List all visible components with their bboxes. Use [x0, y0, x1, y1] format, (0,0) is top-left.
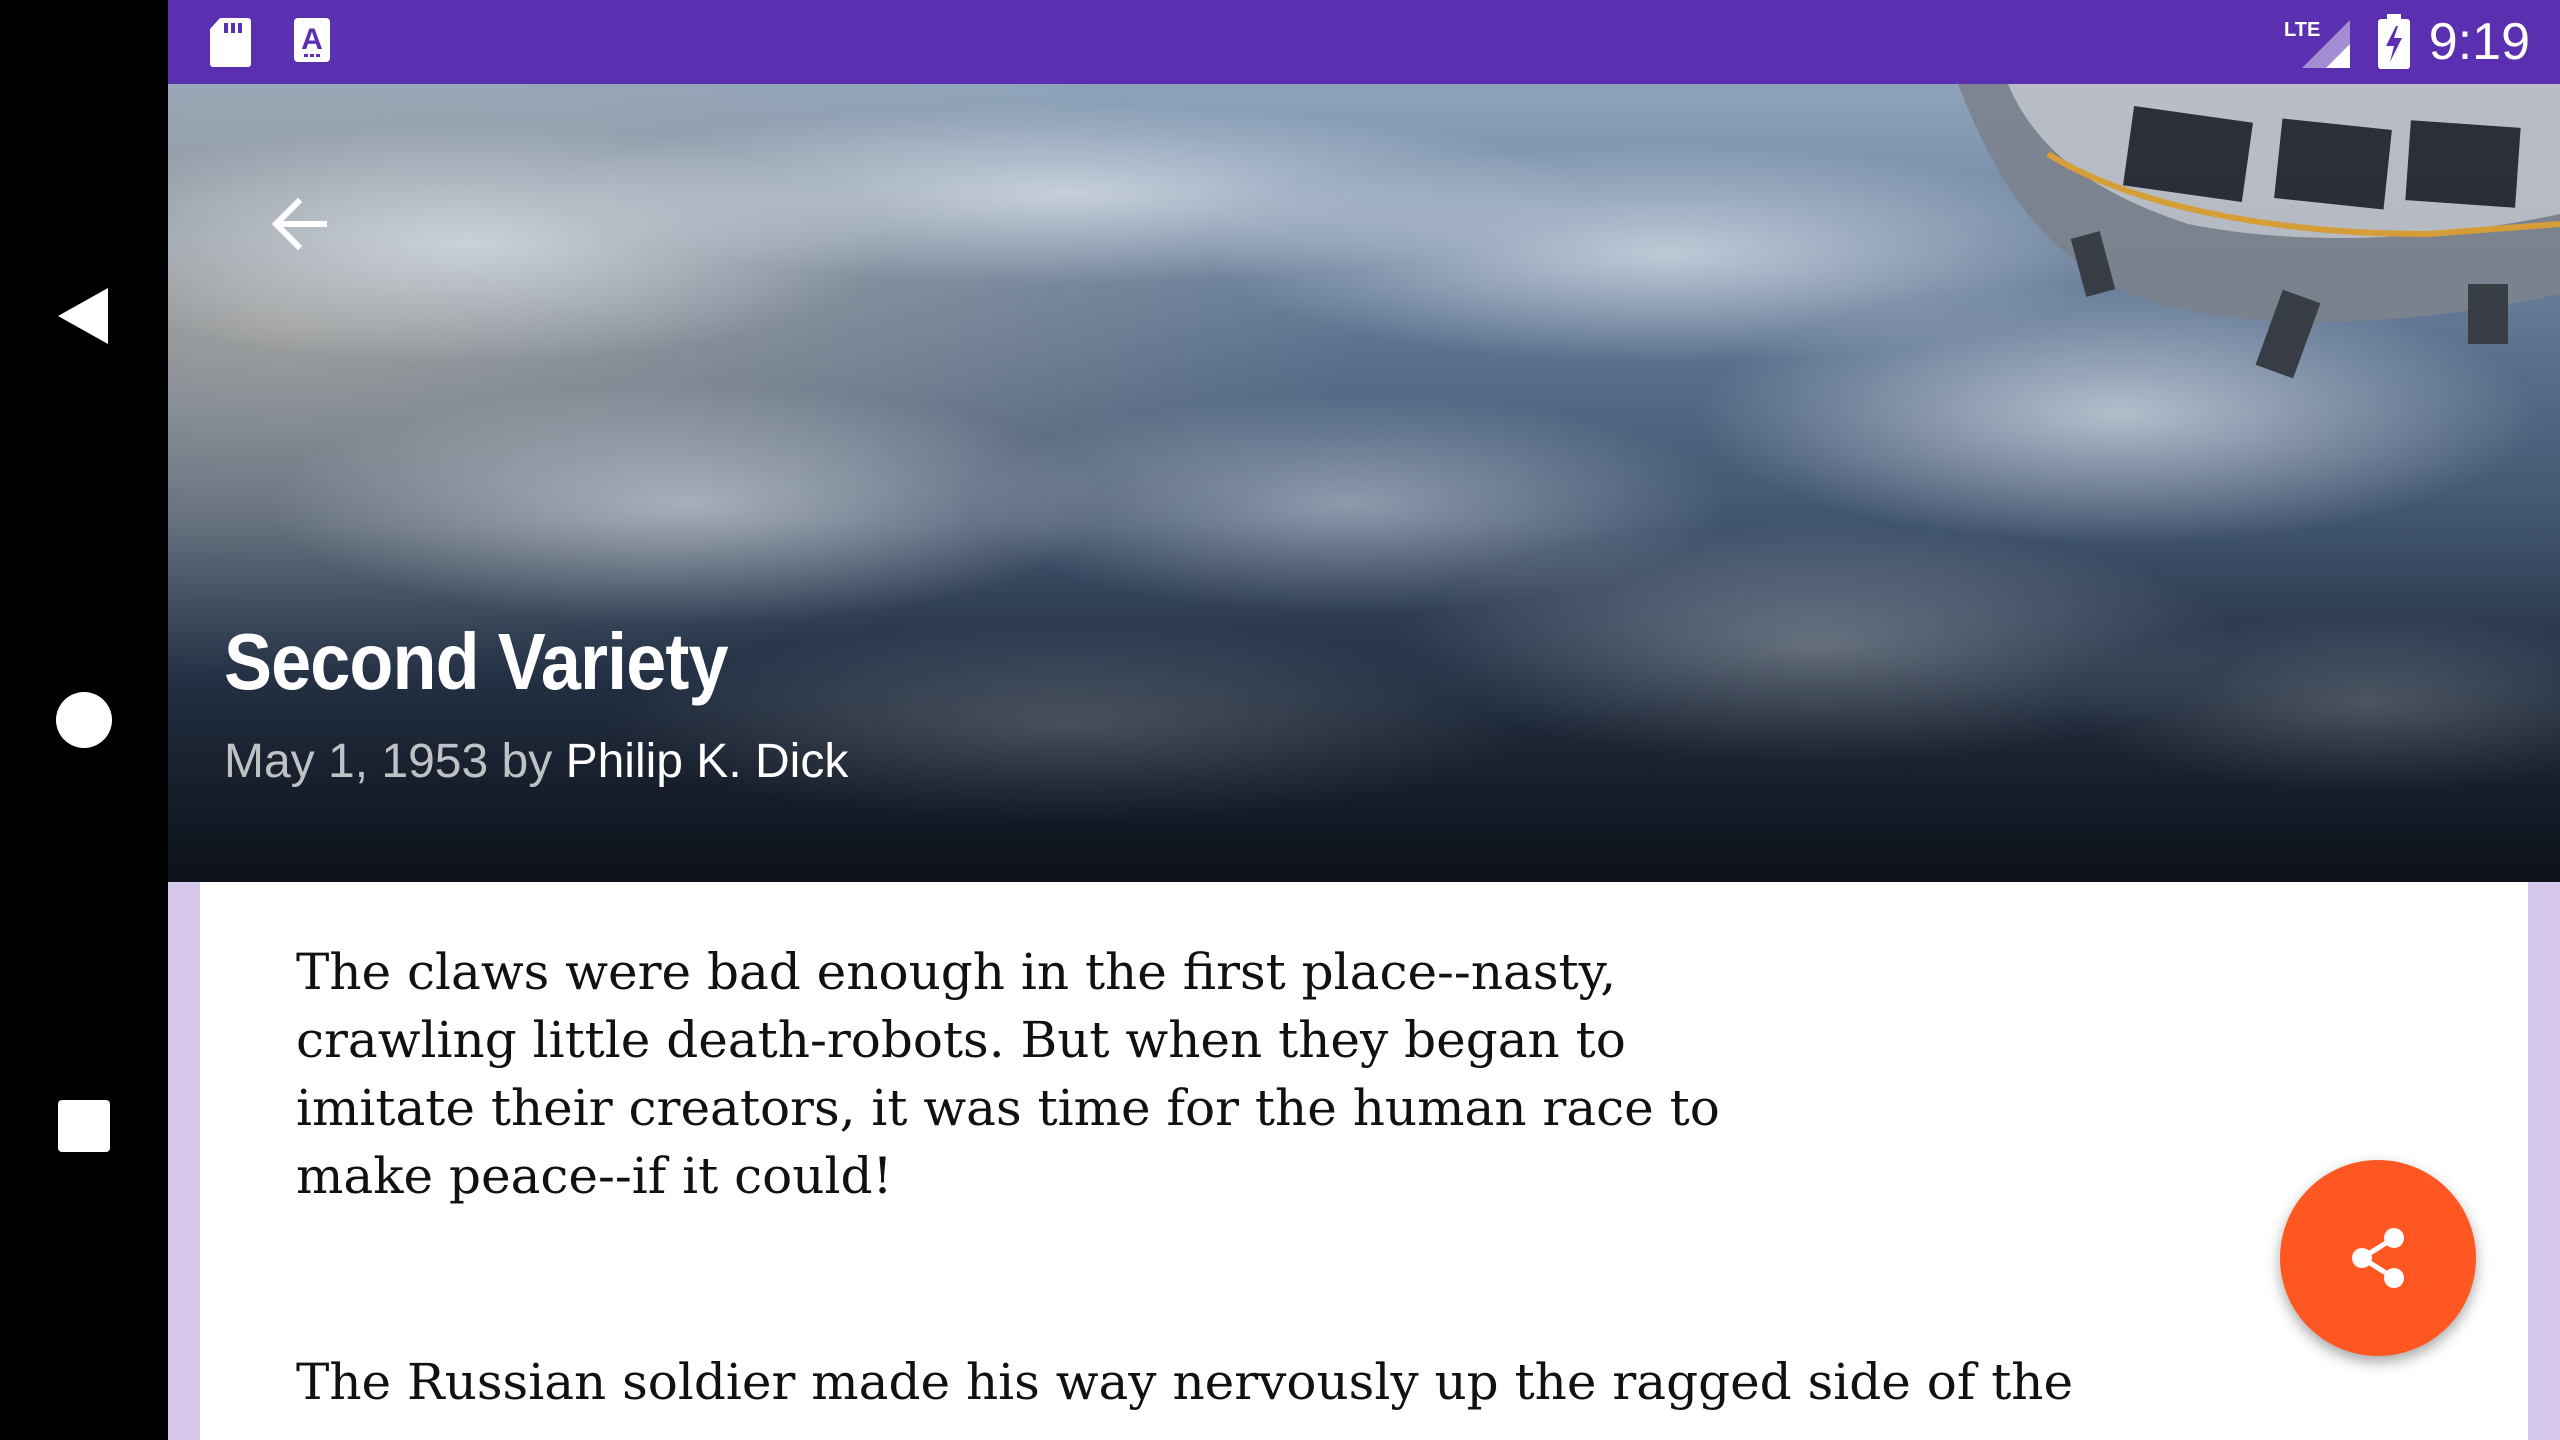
nav-back-button[interactable] [0, 246, 168, 386]
article-card: The claws were bad enough in the first p… [200, 882, 2528, 1440]
svg-text:A: A [301, 23, 323, 56]
nav-recents-button[interactable] [0, 1056, 168, 1196]
circle-home-icon [56, 692, 112, 748]
triangle-back-icon [58, 288, 108, 344]
article-meta: May 1, 1953 by Philip K. Dick [224, 734, 848, 789]
share-button[interactable] [2280, 1160, 2476, 1356]
article-paragraph: The claws were bad enough in the first p… [296, 943, 1720, 1205]
article-content-area: The claws were bad enough in the first p… [168, 882, 2560, 1440]
network-type-label: LTE [2284, 19, 2320, 41]
square-recents-icon [58, 1100, 110, 1152]
navigation-bar [0, 0, 168, 1440]
article-by: by [501, 735, 553, 788]
a-icon: A [294, 18, 330, 62]
status-time: 9:19 [2428, 13, 2530, 71]
hero-header: Second Variety May 1, 1953 by Philip K. … [168, 84, 2560, 882]
status-bar: A LTE 9:19 [168, 0, 2560, 84]
battery-charging-icon [2378, 14, 2410, 69]
nav-home-button[interactable] [0, 650, 168, 790]
article-paragraph: The Russian soldier made his way nervous… [296, 1353, 2074, 1411]
arrow-left-icon[interactable] [260, 184, 340, 264]
sd-card-icon [210, 18, 251, 67]
article-date: May 1, 1953 [224, 735, 489, 788]
share-icon [2352, 1228, 2404, 1288]
signal-icon: LTE [2284, 19, 2350, 68]
article-title: Second Variety [224, 617, 729, 706]
screen: A LTE 9:19 Second Variety May 1, 1953 by… [0, 0, 2560, 1440]
article-author[interactable]: Philip K. Dick [566, 735, 849, 788]
